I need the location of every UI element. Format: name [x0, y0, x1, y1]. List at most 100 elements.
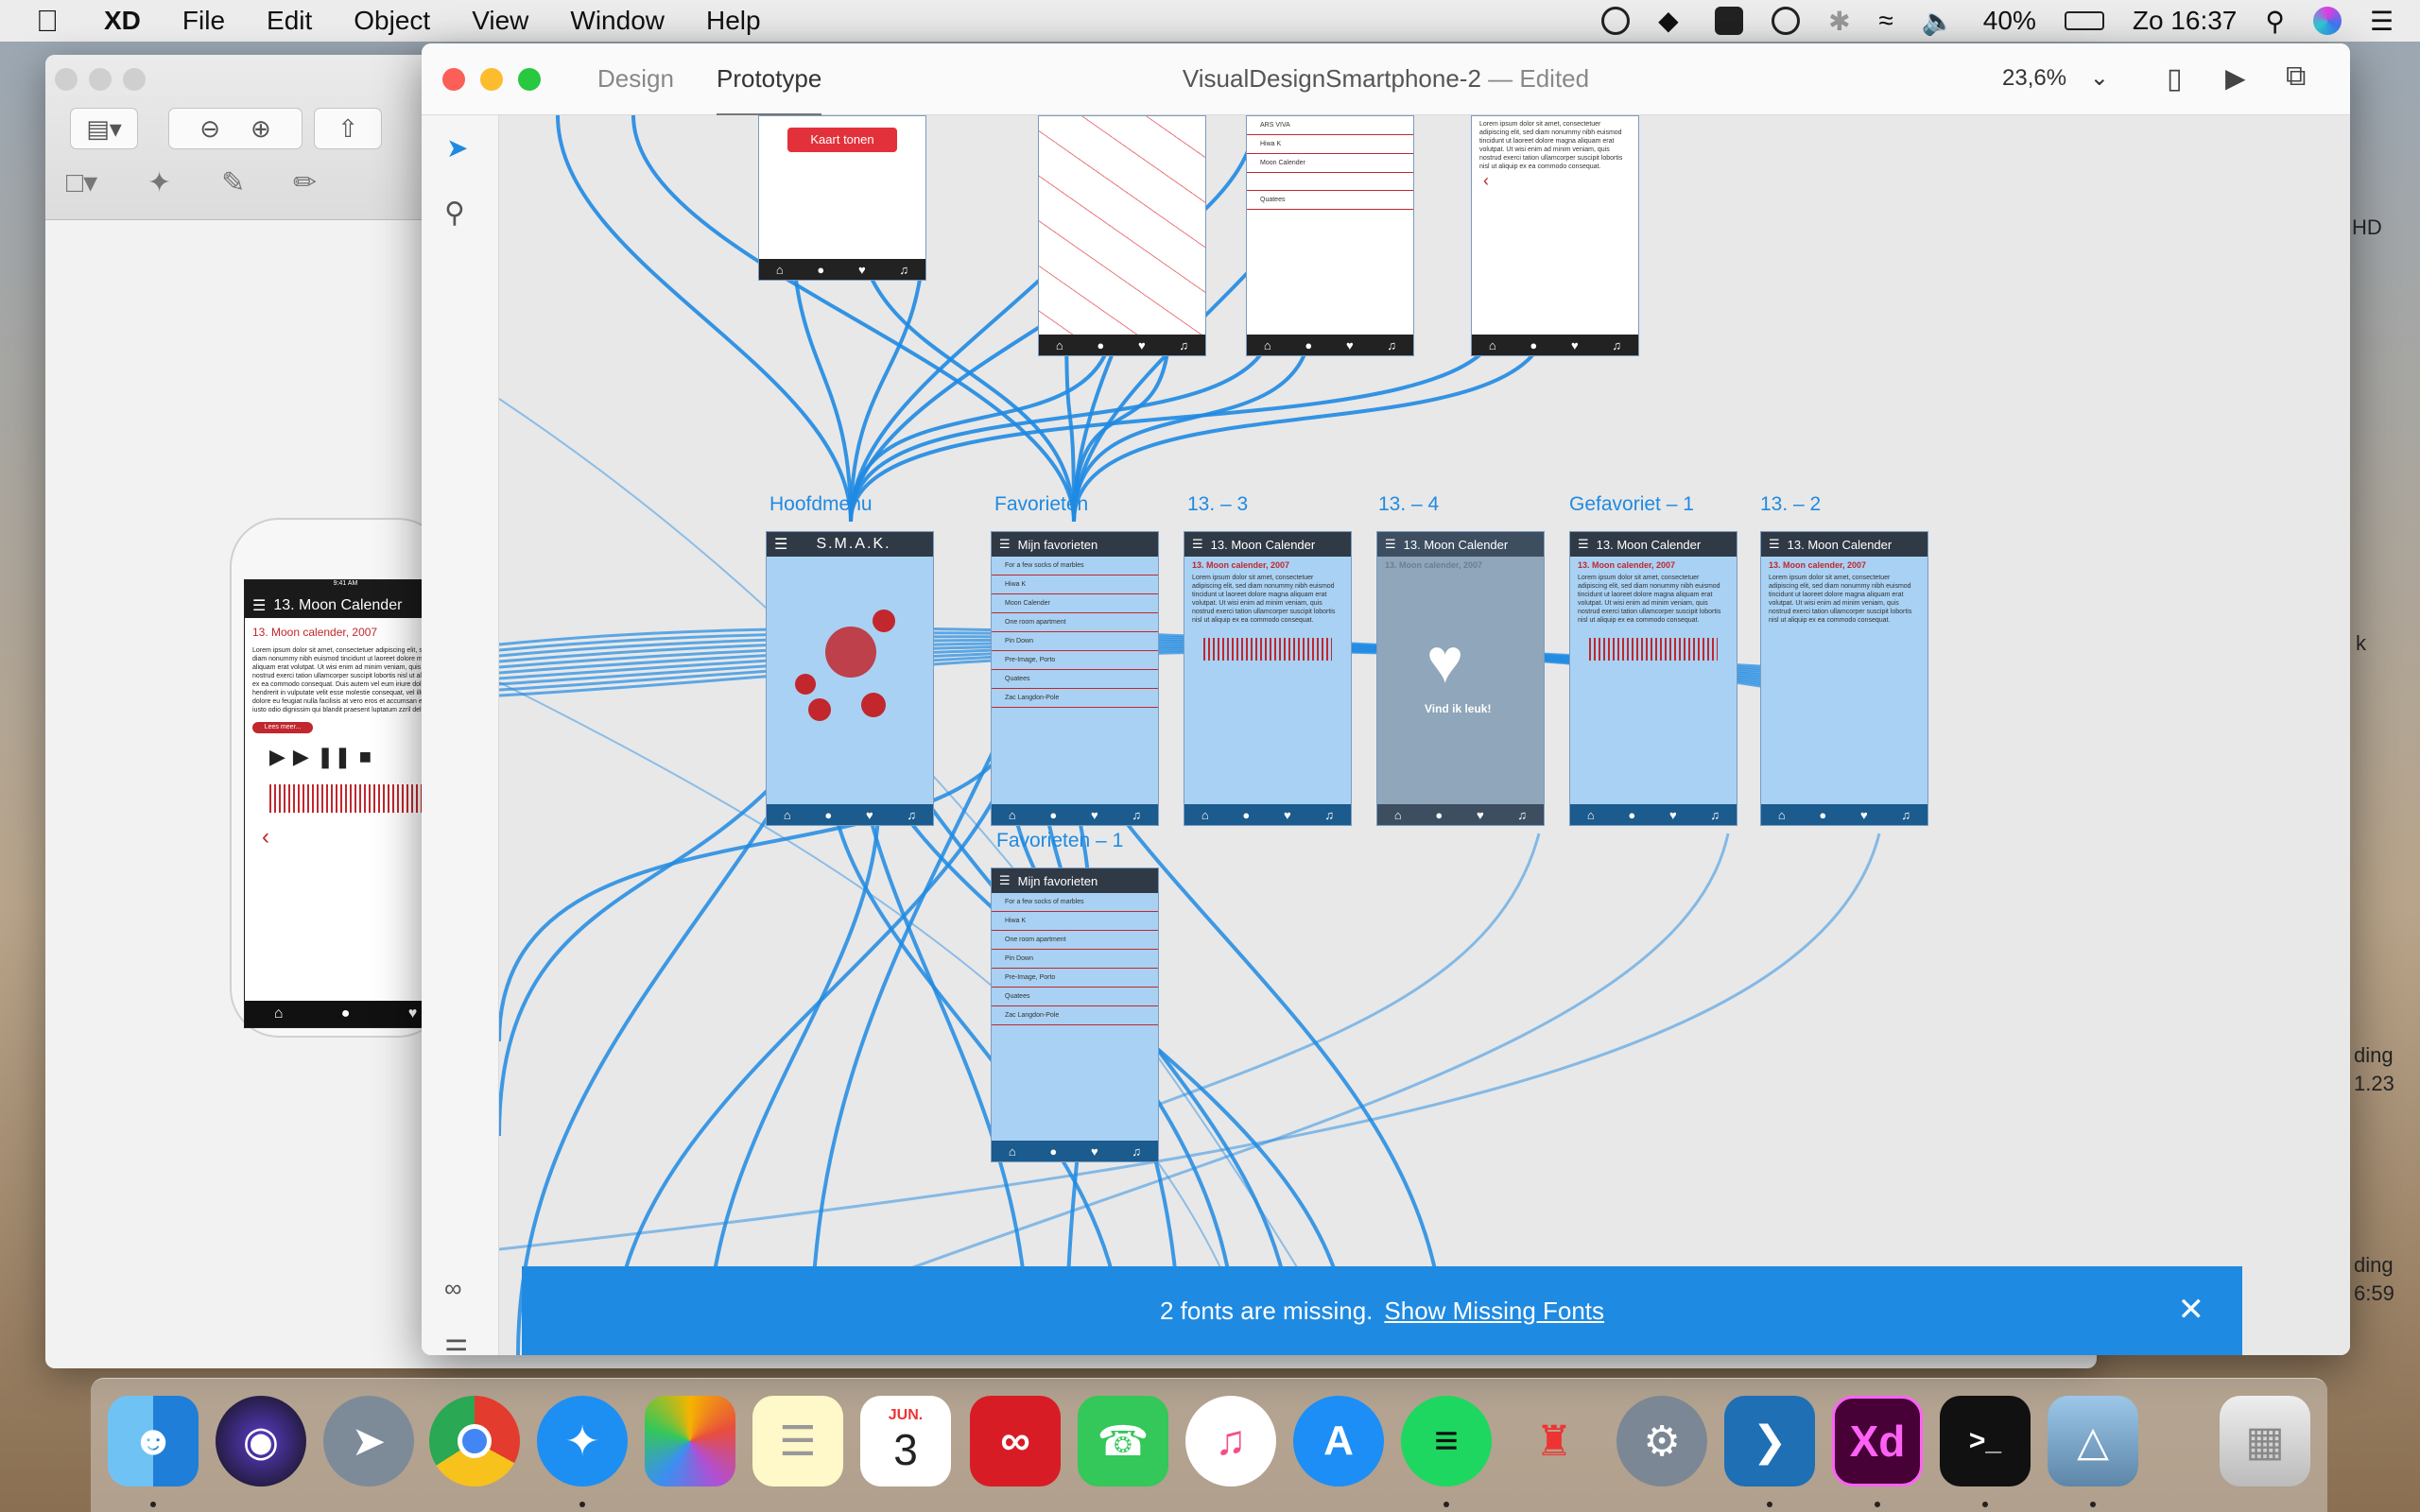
hamburger-icon: ☰: [999, 537, 1011, 551]
popcorn-time-icon[interactable]: ♜: [1509, 1396, 1599, 1486]
select-tool-icon[interactable]: ➤: [446, 132, 468, 163]
creative-cloud-icon[interactable]: ∞: [970, 1396, 1061, 1486]
artboard-top-1[interactable]: Kaart tonen ⌂ ● ♥ ♫: [758, 115, 926, 281]
facetime-icon[interactable]: ☎: [1078, 1396, 1168, 1486]
device-preview-icon[interactable]: ▯: [2167, 62, 2183, 95]
spotlight-search-icon[interactable]: ⚲: [2265, 6, 2285, 37]
share-icon[interactable]: ⧉: [2286, 60, 2306, 93]
notes-icon[interactable]: ☰: [752, 1396, 843, 1486]
html5-icon[interactable]: [1715, 7, 1744, 35]
sidebar-toggle-icon[interactable]: ▤▾: [70, 108, 138, 149]
sketch-tool-icon[interactable]: ✎: [221, 166, 245, 199]
artboard-label-favorieten[interactable]: Favorieten: [994, 493, 1088, 516]
apple-menu-icon[interactable]: : [0, 4, 83, 39]
time-machine-icon[interactable]: [1772, 7, 1801, 35]
app-menu[interactable]: XD: [83, 6, 162, 36]
play-preview-icon[interactable]: ▶: [2225, 62, 2246, 94]
show-map-button[interactable]: Kaart tonen: [787, 128, 897, 152]
menu-view[interactable]: View: [451, 6, 549, 36]
draw-tool-icon[interactable]: ✏: [293, 166, 317, 199]
show-missing-fonts-link[interactable]: Show Missing Fonts: [1384, 1297, 1604, 1326]
zoom-dropdown[interactable]: 23,6% ⌄: [2002, 64, 2109, 92]
instant-alpha-icon[interactable]: ✦: [147, 166, 171, 199]
finder-icon[interactable]: ☻: [108, 1396, 199, 1486]
music-icon: ♫: [899, 262, 909, 277]
calendar-icon[interactable]: JUN. 3: [860, 1396, 951, 1486]
menu-help[interactable]: Help: [685, 6, 782, 36]
trash-icon[interactable]: ▦: [2220, 1396, 2310, 1486]
share-icon[interactable]: ⇧: [314, 108, 382, 149]
menu-bar:  XD File Edit Object View Window Help ◆…: [0, 0, 2420, 42]
pause-icon[interactable]: ❚❚: [317, 745, 352, 769]
heart-icon[interactable]: ♥: [408, 1005, 418, 1022]
menu-edit[interactable]: Edit: [246, 6, 333, 36]
battery-icon[interactable]: [2064, 11, 2104, 30]
artboard-13-4[interactable]: ☰ 13. Moon Calender 13. Moon calender, 20…: [1376, 531, 1545, 826]
selection-tool-icon[interactable]: □▾: [66, 166, 97, 199]
dropbox-icon[interactable]: ◆: [1658, 7, 1686, 35]
background-text: ding: [2354, 1253, 2394, 1277]
menu-file[interactable]: File: [162, 6, 246, 36]
preview-icon[interactable]: △: [2048, 1396, 2138, 1486]
itunes-icon[interactable]: ♫: [1185, 1396, 1276, 1486]
artboard-label-hoofdmenu[interactable]: Hoofdmenu: [769, 493, 873, 516]
siri-menu-icon[interactable]: [2312, 7, 2342, 35]
close-icon[interactable]: ✕: [2178, 1291, 2205, 1329]
artboard-label-13-4[interactable]: 13. – 4: [1378, 493, 1439, 516]
volume-icon[interactable]: 🔈: [1922, 6, 1955, 37]
zoom-in-icon[interactable]: ⊕: [235, 114, 286, 144]
artboard-favorieten-1[interactable]: ☰ Mijn favorieten For a few socks of marb…: [991, 868, 1159, 1162]
artboard-gefavoriet-1[interactable]: ☰ 13. Moon Calender 13. Moon calender, 20…: [1569, 531, 1737, 826]
preview-zoom-button[interactable]: [123, 68, 146, 91]
profile-icon: ●: [1242, 807, 1251, 822]
prototype-canvas[interactable]: Kaart tonen ⌂ ● ♥ ♫ ⌂ ● ♥ ♫ ARS VIVA Hiwa K Mo…: [499, 115, 2350, 1355]
zoom-out-icon[interactable]: ⊖: [184, 114, 235, 144]
clock[interactable]: Zo 16:37: [2133, 6, 2238, 36]
menu-window[interactable]: Window: [549, 6, 685, 36]
preview-close-button[interactable]: [55, 68, 78, 91]
bluetooth-icon[interactable]: ✱: [1828, 6, 1850, 37]
home-icon[interactable]: ⌂: [274, 1005, 284, 1022]
adobe-xd-icon[interactable]: Xd: [1832, 1396, 1923, 1486]
vscode-icon[interactable]: ❯: [1724, 1396, 1815, 1486]
system-preferences-icon[interactable]: ⚙: [1616, 1396, 1707, 1486]
preview-minimize-button[interactable]: [89, 68, 112, 91]
stop-icon[interactable]: ■: [359, 745, 372, 769]
safari-icon[interactable]: ✦: [537, 1396, 628, 1486]
spotify-icon[interactable]: ≡: [1401, 1396, 1492, 1486]
running-indicator: [1767, 1502, 1772, 1507]
assets-icon[interactable]: ∞: [444, 1274, 462, 1303]
wifi-icon[interactable]: ≈: [1879, 6, 1893, 36]
artboard-navbar: ⌂ ● ♥ ♫: [767, 804, 933, 825]
artboard-label-gefavoriet-1[interactable]: Gefavoriet – 1: [1569, 493, 1694, 516]
play-icon[interactable]: ▶: [269, 745, 285, 769]
play-icon[interactable]: ▶: [293, 745, 309, 769]
artboard-header: 13. Moon Calender: [1210, 537, 1316, 552]
launchpad-icon[interactable]: ➤: [323, 1396, 414, 1486]
artboard-label-13-3[interactable]: 13. – 3: [1187, 493, 1248, 516]
app-store-icon[interactable]: A: [1293, 1396, 1384, 1486]
zoom-tool-icon[interactable]: ⚲: [444, 197, 465, 230]
artboard-top-4[interactable]: Lorem ipsum dolor sit amet, consectetuer…: [1471, 115, 1639, 356]
artboard-navbar: ⌂ ● ♥ ♫: [1377, 804, 1544, 825]
creative-cloud-menu-icon[interactable]: [1601, 7, 1631, 35]
notification-center-icon[interactable]: ☰: [2370, 6, 2394, 37]
artboard-top-2[interactable]: ⌂ ● ♥ ♫: [1038, 115, 1206, 356]
artboard-favorieten[interactable]: ☰ Mijn favorieten For a few socks of marb…: [991, 531, 1159, 826]
artboard-13-2[interactable]: ☰ 13. Moon Calender 13. Moon calender, 20…: [1760, 531, 1928, 826]
music-icon: ♫: [1710, 807, 1720, 822]
profile-icon[interactable]: ●: [341, 1005, 351, 1022]
layers-icon[interactable]: ☰: [444, 1334, 468, 1355]
artboard-13-3[interactable]: ☰ 13. Moon Calender 13. Moon calender, 20…: [1184, 531, 1352, 826]
terminal-icon[interactable]: >_: [1940, 1396, 2031, 1486]
photos-icon[interactable]: [645, 1396, 735, 1486]
artboard-label-favorieten-1[interactable]: Favorieten – 1: [996, 830, 1123, 852]
chrome-icon[interactable]: [429, 1396, 520, 1486]
read-more-button[interactable]: Lees meer...: [252, 722, 313, 733]
back-icon[interactable]: ‹: [245, 824, 446, 850]
siri-icon[interactable]: ◉: [216, 1396, 306, 1486]
artboard-hoofdmenu[interactable]: ☰ S.M.A.K. ⌂ ● ♥ ♫: [766, 531, 934, 826]
artboard-top-3[interactable]: ARS VIVA Hiwa K Moon Calender Quatees ⌂ ●…: [1246, 115, 1414, 356]
menu-object[interactable]: Object: [333, 6, 451, 36]
artboard-label-13-2[interactable]: 13. – 2: [1760, 493, 1821, 516]
